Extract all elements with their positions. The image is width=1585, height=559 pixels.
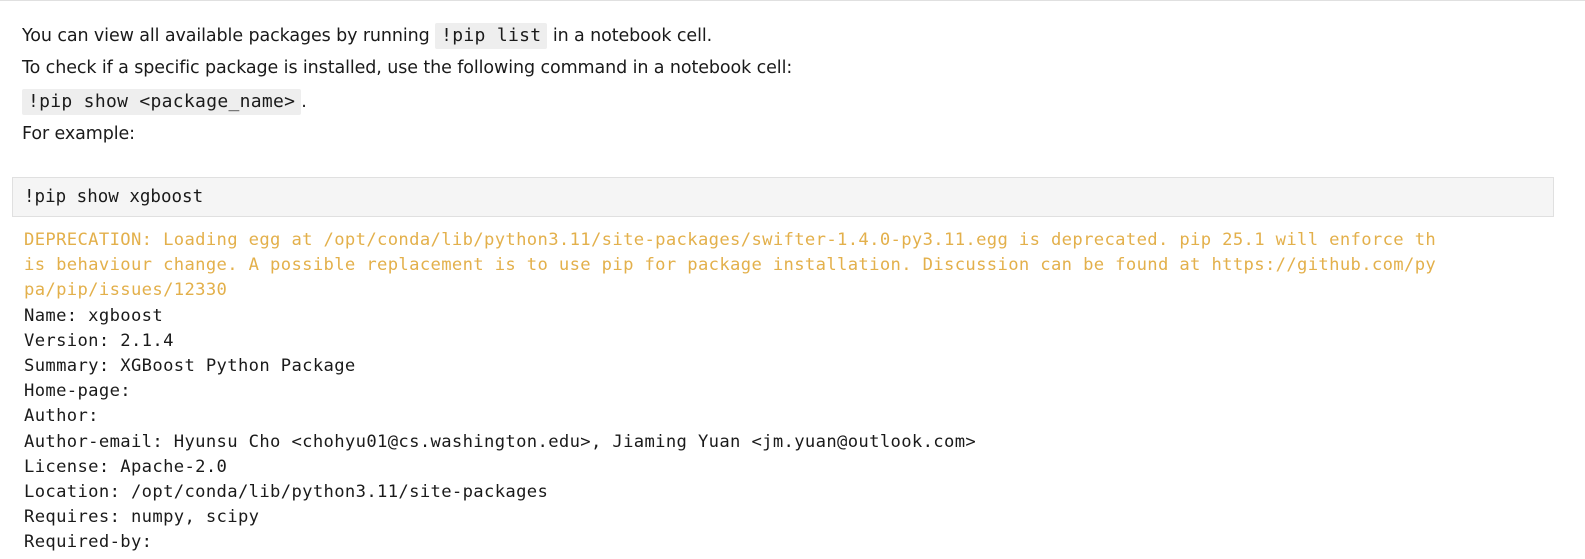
code-cell-output: DEPRECATION: Loading egg at /opt/conda/l…: [24, 228, 1559, 555]
markdown-line-for-example: For example:: [22, 124, 135, 144]
output-line-license: License: Apache-2.0: [24, 456, 228, 477]
markdown-line-check-package: To check if a specific package is instal…: [22, 58, 793, 78]
markdown-line-list-packages: You can view all available packages by r…: [22, 19, 1562, 52]
inline-code-pip-show: !pip show <package_name>: [22, 89, 302, 115]
deprecation-warning-line: DEPRECATION: Loading egg at /opt/conda/l…: [24, 230, 1437, 250]
output-line-version: Version: 2.1.4: [24, 330, 174, 351]
output-line-location: Location: /opt/conda/lib/python3.11/site…: [24, 481, 549, 502]
output-line-author-email: Author-email: Hyunsu Cho <chohyu01@cs.wa…: [24, 431, 977, 452]
output-line-summary: Summary: XGBoost Python Package: [24, 355, 356, 376]
output-line-requires: Requires: numpy, scipy: [24, 507, 260, 528]
output-line-author: Author:: [24, 406, 110, 427]
markdown-line-pip-show: !pip show <package_name>.: [22, 85, 1562, 118]
inline-code-pip-list: !pip list: [435, 23, 548, 49]
deprecation-warning-line: pa/pip/issues/12330: [24, 280, 228, 301]
deprecation-warning-line: is behaviour change. A possible replacem…: [24, 255, 1437, 276]
markdown-cell: You can view all available packages by r…: [22, 19, 1562, 151]
markdown-text: .: [301, 92, 307, 112]
markdown-text: You can view all available packages by r…: [22, 26, 436, 46]
output-line-required-by: Required-by:: [24, 532, 164, 553]
code-cell-input[interactable]: !pip show xgboost: [12, 177, 1554, 217]
output-line-name: Name: xgboost: [24, 305, 164, 326]
markdown-text: in a notebook cell.: [547, 26, 713, 46]
cell-divider: [0, 0, 1585, 1]
output-line-home-page: Home-page:: [24, 381, 142, 402]
